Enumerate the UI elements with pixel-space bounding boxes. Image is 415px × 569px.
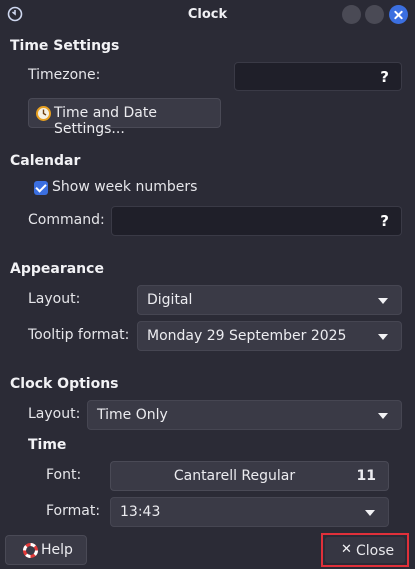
format-combo[interactable]: 13:43 bbox=[110, 497, 389, 527]
time-date-settings-button[interactable]: Time and Date Settings... bbox=[28, 98, 221, 137]
appearance-heading: Appearance bbox=[10, 261, 104, 277]
command-field[interactable]: ? bbox=[111, 206, 402, 236]
tooltip-format-label: Tooltip format: bbox=[28, 327, 130, 343]
calendar-heading: Calendar bbox=[10, 153, 81, 169]
tooltip-format-dropdown[interactable]: Monday 29 September 2025 bbox=[137, 321, 402, 351]
format-label: Format: bbox=[46, 503, 101, 519]
clock-layout-label: Layout: bbox=[28, 406, 81, 422]
time-settings-heading: Time Settings bbox=[10, 38, 120, 54]
appearance-layout-label: Layout: bbox=[28, 291, 81, 307]
show-week-numbers-label: Show week numbers bbox=[52, 179, 198, 195]
close-button-face: ✕ Close bbox=[325, 537, 405, 563]
help-button[interactable]: Help bbox=[5, 535, 87, 565]
close-icon: ✕ bbox=[341, 542, 352, 557]
show-week-numbers-checkbox[interactable] bbox=[34, 181, 48, 195]
chevron-down-icon bbox=[378, 413, 388, 419]
time-date-settings-label: Time and Date Settings... bbox=[54, 105, 157, 137]
chevron-down-icon bbox=[365, 510, 375, 516]
close-button[interactable]: ✕ Close bbox=[321, 533, 409, 567]
appearance-layout-dropdown[interactable]: Digital bbox=[137, 285, 402, 315]
timezone-label: Timezone: bbox=[28, 67, 101, 83]
command-label: Command: bbox=[28, 212, 105, 228]
close-label: Close bbox=[356, 543, 395, 559]
font-size: 11 bbox=[356, 468, 376, 484]
font-chooser-button[interactable]: Cantarell Regular 11 bbox=[110, 461, 389, 491]
lifebuoy-icon bbox=[23, 543, 38, 558]
font-label: Font: bbox=[46, 467, 82, 483]
command-help-icon[interactable]: ? bbox=[380, 212, 389, 230]
format-value: 13:43 bbox=[120, 504, 161, 520]
maximize-button[interactable] bbox=[365, 5, 384, 24]
timezone-field[interactable]: ? bbox=[234, 62, 402, 91]
chevron-down-icon bbox=[378, 334, 388, 340]
time-settings-icon bbox=[36, 106, 51, 121]
clock-options-heading: Clock Options bbox=[10, 376, 119, 392]
clock-layout-dropdown[interactable]: Time Only bbox=[87, 400, 402, 430]
timezone-help-icon[interactable]: ? bbox=[380, 68, 389, 86]
minimize-button[interactable] bbox=[342, 5, 361, 24]
title-bar: Clock bbox=[0, 0, 415, 30]
window-close-button[interactable] bbox=[389, 5, 408, 24]
chevron-down-icon bbox=[378, 298, 388, 304]
tooltip-format-value: Monday 29 September 2025 bbox=[147, 328, 347, 344]
font-name: Cantarell Regular bbox=[173, 468, 296, 484]
clock-layout-value: Time Only bbox=[97, 407, 168, 423]
appearance-layout-value: Digital bbox=[147, 292, 193, 308]
time-subheading: Time bbox=[28, 437, 67, 453]
help-label: Help bbox=[41, 542, 73, 558]
